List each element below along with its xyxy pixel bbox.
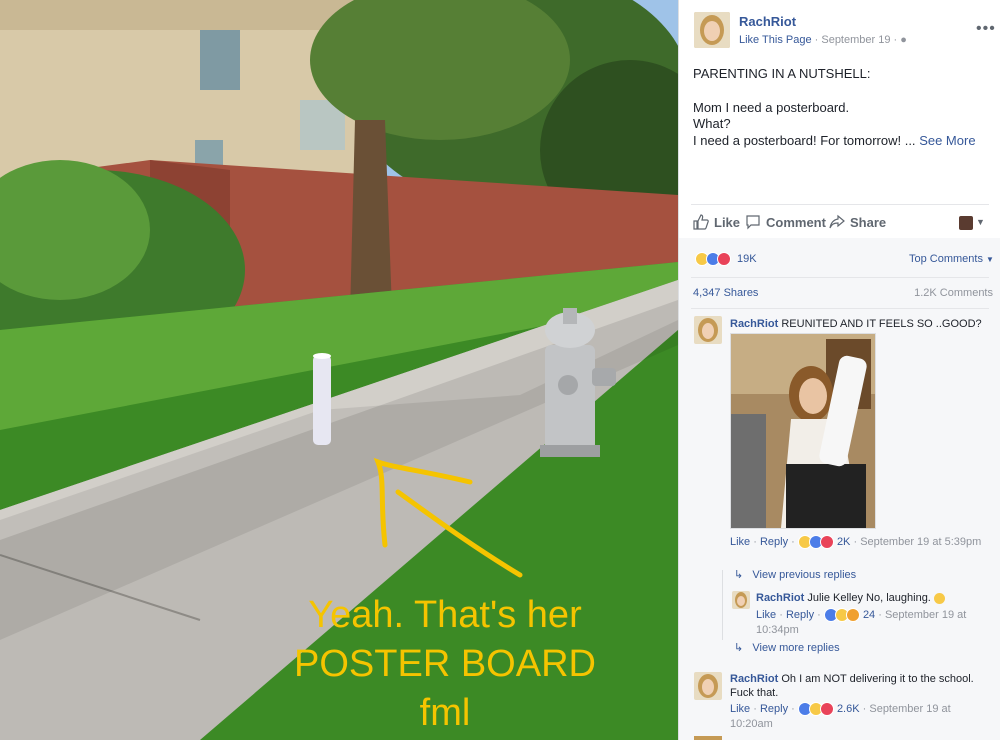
comment-author-link[interactable]: RachRiot: [730, 318, 778, 330]
reply-body: RachRiot Julie Kelley No, laughing.: [756, 591, 992, 605]
love-reaction-icon: [717, 252, 731, 266]
post-photo[interactable]: Yeah. That's her POSTER BOARD fml: [0, 0, 678, 740]
like-page-link[interactable]: Like This Page: [739, 34, 812, 46]
reply-thread-line: [722, 570, 723, 640]
divider: [691, 308, 989, 309]
comment-button[interactable]: Comment: [745, 214, 826, 230]
like-button[interactable]: Like: [693, 214, 740, 230]
post-sidebar: RachRiot Like This Page · September 19 ·…: [678, 0, 1000, 740]
post-line-1: PARENTING IN A NUTSHELL:: [693, 66, 871, 81]
reply-text: Julie Kelley No, laughing.: [807, 592, 931, 604]
view-previous-label: View previous replies: [752, 569, 857, 581]
post-date[interactable]: September 19: [821, 34, 890, 46]
reply-arrow-icon-2: ↳: [734, 642, 744, 654]
divider: [691, 204, 989, 205]
photo-caption-line-3: fml: [419, 692, 471, 734]
reply-author-link[interactable]: RachRiot: [756, 592, 804, 604]
comment-reaction-count[interactable]: 2K: [837, 536, 850, 548]
comments-count[interactable]: 1.2K Comments: [914, 287, 993, 299]
reply-like-link[interactable]: Like: [756, 609, 776, 621]
shares-link[interactable]: 4,347 Shares: [693, 287, 758, 299]
comment-time[interactable]: September 19 at 5:39pm: [860, 536, 981, 548]
post-line-3: Mom I need a posterboard.: [693, 99, 850, 115]
comment-author-link-2[interactable]: RachRiot: [730, 673, 778, 685]
post-line-5: I need a posterboard! For tomorrow! ... …: [693, 133, 993, 150]
post-line-blank: [693, 83, 993, 100]
reply-reply-link[interactable]: Reply: [786, 609, 814, 621]
comment-body: RachRiot REUNITED AND IT FEELS SO ..GOOD…: [730, 317, 992, 331]
reply-avatar[interactable]: [732, 591, 750, 609]
caret-down-icon: ▼: [986, 255, 994, 264]
post-text: PARENTING IN A NUTSHELL: Mom I need a po…: [693, 66, 993, 149]
comment-body-2: RachRiot Oh I am NOT delivering it to th…: [730, 672, 992, 700]
reaction-count: 19K: [737, 253, 757, 265]
dot-separator-2: ·: [890, 34, 901, 46]
comment-reply-link[interactable]: Reply: [760, 536, 788, 548]
share-button[interactable]: Share: [829, 214, 886, 230]
comment-like-link[interactable]: Like: [730, 536, 750, 548]
comment-reply-link-2[interactable]: Reply: [760, 703, 788, 715]
comment-meta: Like · Reply · 2K · September 19 at 5:39…: [730, 535, 982, 550]
view-previous-replies[interactable]: ↳ View previous replies: [734, 568, 856, 581]
laughing-emoji-icon: [933, 592, 945, 604]
top-comments-label: Top Comments: [909, 253, 983, 265]
globe-icon: ●: [900, 34, 907, 46]
comment-meta-2: Like · Reply · 2.6K · September 19 at 10…: [730, 702, 951, 730]
view-more-replies[interactable]: ↳ View more replies: [734, 641, 840, 654]
top-comments-dropdown[interactable]: Top Comments ▼: [909, 253, 994, 265]
comment-reaction-icons-2[interactable]: [797, 702, 834, 717]
reply-reaction-count[interactable]: 24: [863, 609, 875, 621]
post-line-5-text: I need a posterboard! For tomorrow! ...: [693, 132, 916, 148]
comment-reaction-icons[interactable]: [797, 535, 834, 550]
comment-text: REUNITED AND IT FEELS SO ..GOOD?: [781, 318, 982, 330]
view-more-label: View more replies: [752, 642, 840, 654]
photo-caption-line-1: Yeah. That's her: [308, 594, 582, 636]
page-name-link[interactable]: RachRiot: [739, 14, 796, 29]
reply-reaction-icons[interactable]: [823, 608, 860, 623]
next-commenter-avatar[interactable]: [694, 736, 722, 740]
comment-icon: [746, 215, 760, 230]
page-avatar[interactable]: [694, 12, 730, 48]
comment-label: Comment: [766, 214, 826, 230]
commenter-avatar[interactable]: [694, 316, 722, 344]
dot-separator: ·: [811, 34, 822, 46]
comment-reaction-count-2[interactable]: 2.6K: [837, 703, 860, 715]
share-label: Share: [850, 214, 887, 230]
comment-photo[interactable]: [730, 333, 876, 529]
post-subheader: Like This Page · September 19 · ●: [739, 34, 907, 46]
post-line-4: What?: [693, 116, 731, 131]
reply-arrow-icon: ↳: [734, 569, 744, 581]
reply-meta: Like · Reply · 24 · September 19 at 10:3…: [756, 608, 967, 636]
like-label: Like: [714, 214, 741, 230]
reaction-summary[interactable]: 19K: [695, 252, 757, 266]
chevron-down-icon[interactable]: ▼: [976, 217, 985, 227]
see-more-link[interactable]: See More: [919, 133, 975, 148]
photo-caption-line-2: POSTER BOARD: [294, 643, 596, 685]
comment-like-link-2[interactable]: Like: [730, 703, 750, 715]
commenter-avatar-2[interactable]: [694, 672, 722, 700]
more-options-icon[interactable]: •••: [976, 20, 996, 38]
thumbs-up-icon: [693, 214, 709, 230]
divider: [691, 277, 989, 278]
commenter-avatar-selector[interactable]: [959, 216, 973, 230]
share-arrow-icon: [829, 214, 845, 229]
